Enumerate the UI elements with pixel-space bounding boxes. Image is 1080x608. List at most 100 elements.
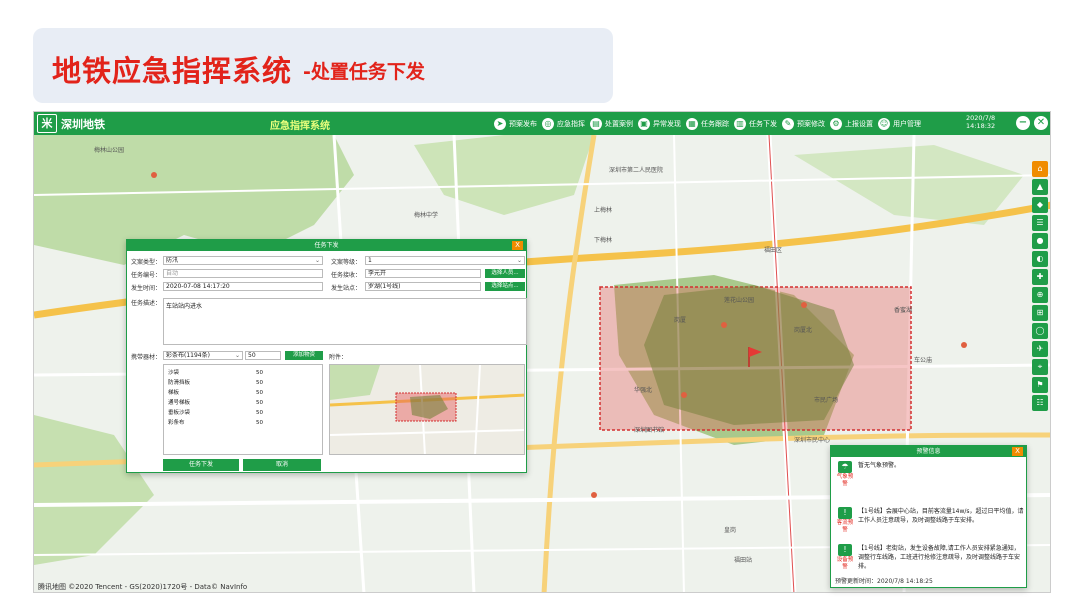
alert-panel-header: 预警信息 X [831,446,1026,457]
alert-panel-title: 预警信息 [916,448,941,455]
equipment-alert-icon: ! 设备预警 [836,544,854,570]
main-menu: ➤ 预案发布 ◎ 应急指挥 ▤ 处置案例 ▣ 异常发现 ▦ 任务跟踪 ▥ 任务下发 ✎ 预案修改 ⚙ 上报设置… [494,112,926,135]
station-field[interactable]: 罗湖(1号线) [365,282,481,291]
map-tool-button[interactable]: ☰ [1032,215,1048,231]
alert-panel-close-button[interactable]: X [1012,447,1023,456]
submit-task-button[interactable]: 任务下发 [163,459,239,471]
map-place-label: 香蜜湖 [894,307,913,314]
map-tool-button[interactable]: ● [1032,233,1048,249]
material-qty-field[interactable]: 50 [245,351,281,360]
map-tool-button[interactable]: ⚑ [1032,377,1048,393]
map-tool-button[interactable]: ☷ [1032,395,1048,411]
attachment-map-thumbnail[interactable] [329,364,525,455]
task-no-field[interactable]: 自动 [163,269,323,278]
metro-logo-icon: 米 [37,114,57,133]
cancel-button[interactable]: 取消 [243,459,321,471]
menu-item[interactable]: ▥ 任务下发 [734,117,777,130]
material-name: 防滑挡板 [168,380,191,386]
material-list: 沙袋 50 防滑挡板 50 梯板 50 通号梯板 50 垂板沙袋 50 彩条布 50 [163,364,323,455]
station-label: 发生站点： [331,285,362,292]
map-place-label: 梅林中学 [414,212,439,219]
map-road [541,135,597,592]
menu-item[interactable]: ☺ 用户管理 [878,117,921,130]
map-poi-pin[interactable] [801,302,807,308]
map-place-label: 市民广场 [814,397,839,404]
menu-item[interactable]: ⚙ 上报设置 [830,117,873,130]
tracking-icon: ▦ [686,117,698,130]
alert-panel: 预警信息 X ☂ 气象预警 暂无气象预警。 ! 客流预警 【1号线】会展中心站，目前… [830,445,1027,588]
map-poi-pin[interactable] [961,342,967,348]
map-tool-button[interactable]: ⊞ [1032,305,1048,321]
map-tool-button[interactable]: ⊕ [1032,287,1048,303]
map-tool-button[interactable]: ◆ [1032,197,1048,213]
material-qty: 50 [256,420,263,426]
edit-icon: ✎ [782,117,794,130]
chevron-down-icon: ⌄ [234,352,240,359]
map-place-label: 华强北 [634,387,653,394]
menu-item[interactable]: ➤ 预案发布 [494,117,537,130]
task-receiver-field[interactable]: 李元开 [365,269,481,278]
map-poi-pin[interactable] [591,492,597,498]
desc-textarea[interactable]: 车站站内进水 [163,298,527,345]
settings-icon: ⚙ [830,117,842,130]
minimize-button[interactable]: − [1016,116,1030,130]
clock-time: 14:18:32 [966,122,996,130]
map-place-label: 岗厦北 [794,327,813,334]
attachment-label: 附件： [329,354,348,361]
select-person-button[interactable]: 选择人员... [485,269,525,278]
alert-tag: 气象预警 [836,474,854,487]
material-name: 彩条布 [168,420,185,426]
map-tool-button[interactable]: ⌂ [1032,161,1048,177]
task-receiver-label: 任务接收： [331,272,362,279]
material-row[interactable]: 彩条布 50 [168,418,263,426]
material-row[interactable]: 垂板沙袋 50 [168,408,263,416]
material-select[interactable]: 彩条布(1194条) ⌄ [163,351,243,360]
attachment-map-image [330,365,524,454]
select-station-button[interactable]: 选择站点... [485,282,525,291]
case-icon: ▤ [590,117,602,130]
map-tool-button[interactable]: ◯ [1032,323,1048,339]
time-field[interactable]: 2020-07-08 14:17:20 [163,282,323,291]
material-row[interactable]: 防滑挡板 50 [168,378,263,386]
map-poi-pin[interactable] [151,172,157,178]
material-label: 携带器材： [131,354,162,361]
map-poi-pin[interactable] [721,322,727,328]
material-qty: 50 [256,390,263,396]
command-icon: ◎ [542,117,554,130]
passenger-alert-icon: ! 客流预警 [836,507,854,533]
task-no-label: 任务编号： [131,272,162,279]
map-place-label: 梅林山公园 [94,147,125,154]
company-name: 深圳地铁 [61,118,105,131]
alert-text: 【1号线】老街站，发生设备故障,请工作人员安排紧急通知，调整行车线路，工班进行抢… [858,545,1021,570]
weather-alert-icon: ☂ 气象预警 [836,461,854,487]
case-level-select[interactable]: 1 ⌄ [365,256,525,265]
menu-item-label: 应急指挥 [557,119,585,128]
menu-item[interactable]: ◎ 应急指挥 [542,117,585,130]
case-type-label: 文案类型： [131,259,162,266]
material-qty: 50 [256,370,263,376]
map-tool-button[interactable]: ◐ [1032,251,1048,267]
material-row[interactable]: 通号梯板 50 [168,398,263,406]
chevron-down-icon: ⌄ [516,257,522,264]
map-tool-button[interactable]: ✚ [1032,269,1048,285]
map-tool-button[interactable]: ⌖ [1032,359,1048,375]
task-dialog-close-button[interactable]: X [512,241,523,250]
alert-text: 暂无气象预警。 [858,462,901,469]
send-icon: ➤ [494,117,506,130]
map-tool-button[interactable]: ▲ [1032,179,1048,195]
menu-item-label: 异常发现 [653,119,681,128]
time-label: 发生时间： [131,285,162,292]
menu-item[interactable]: ✎ 预案修改 [782,117,825,130]
menu-item[interactable]: ▣ 异常发现 [638,117,681,130]
menu-item[interactable]: ▤ 处置案例 [590,117,633,130]
add-material-button[interactable]: 添加物资 [285,351,323,360]
map-tool-button[interactable]: ✈ [1032,341,1048,357]
menu-item-label: 预案发布 [509,119,537,128]
close-app-button[interactable]: ✕ [1034,116,1048,130]
map-poi-pin[interactable] [681,392,687,398]
material-row[interactable]: 沙袋 50 [168,368,263,376]
case-type-select[interactable]: 防汛 ⌄ [163,256,323,265]
material-row[interactable]: 梯板 50 [168,388,263,396]
map-place-label: 深圳市民中心 [794,437,831,444]
menu-item[interactable]: ▦ 任务跟踪 [686,117,729,130]
